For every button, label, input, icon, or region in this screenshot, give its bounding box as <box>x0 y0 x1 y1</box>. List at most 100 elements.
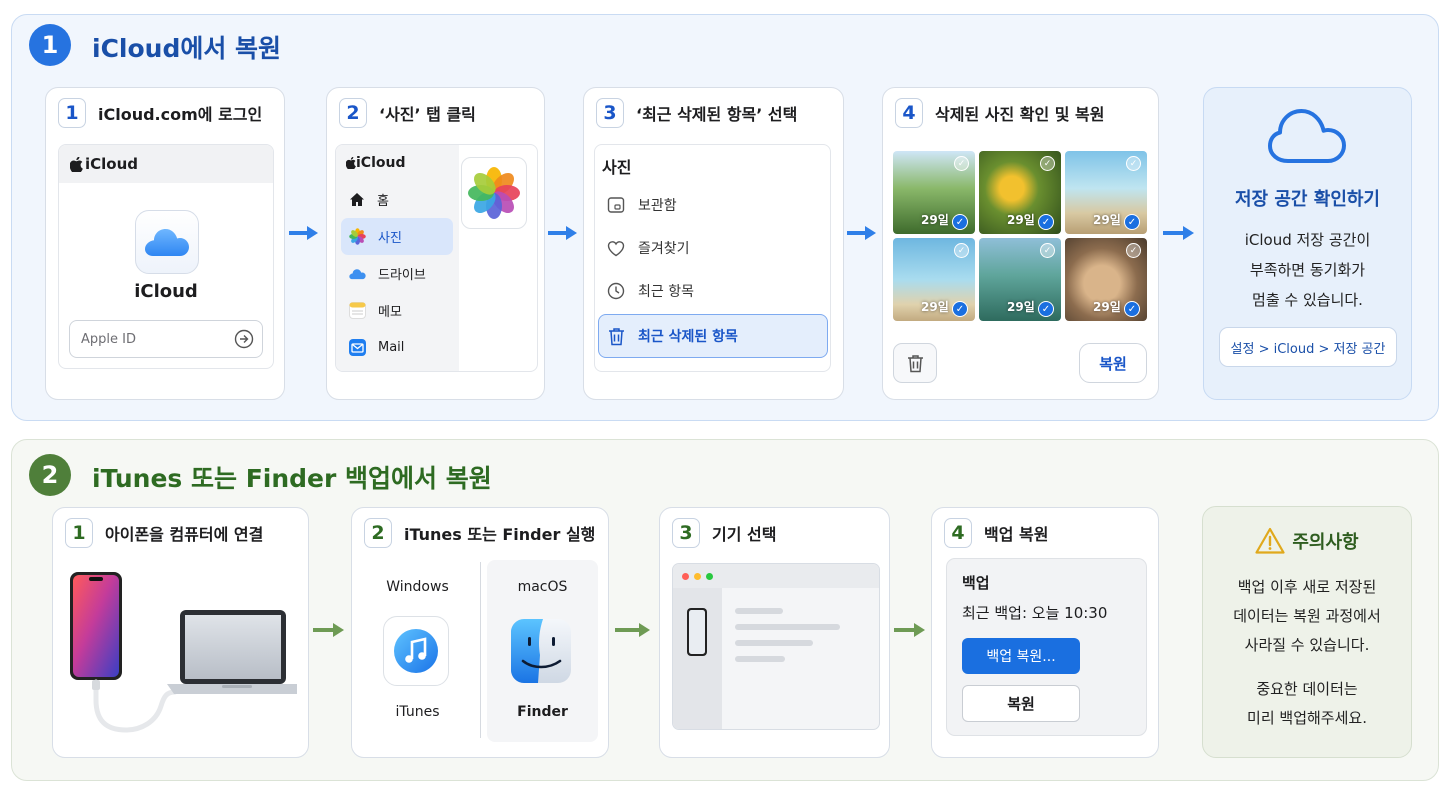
card-header: 1 iCloud.com에 로그인 <box>58 98 262 128</box>
warning-icon <box>1255 527 1285 554</box>
card-header: 4 백업 복원 <box>944 518 1048 548</box>
deleted-photo-thumbnail[interactable]: ✓ 29일 ✓ <box>979 238 1061 321</box>
step-card-launch-app: 2 iTunes 또는 Finder 실행 Windows iTunes mac… <box>351 507 609 758</box>
list-item-recently-deleted[interactable]: 최근 삭제된 항목 <box>598 314 828 358</box>
step-title: ‘사진’ 탭 클릭 <box>379 105 476 124</box>
sidebar: iCloud 홈 사진 드라이브 메모 Mail <box>336 145 459 371</box>
select-circle-icon[interactable]: ✓ <box>954 156 969 171</box>
apple-id-field[interactable]: Apple ID <box>69 320 263 358</box>
list-item-favorites[interactable]: 즐겨찾기 <box>607 238 690 258</box>
sidebar-item-notes[interactable]: 메모 <box>336 292 459 329</box>
section-1-title: iCloud에서 복원 <box>92 34 282 63</box>
storage-info-title: 저장 공간 확인하기 <box>1234 189 1380 210</box>
backup-title: 백업 <box>962 574 990 592</box>
column-divider <box>480 562 481 738</box>
iphone-laptop-illustration <box>70 572 297 733</box>
drive-icon <box>349 268 366 279</box>
deleted-photo-thumbnail[interactable]: ✓ 29일 ✓ <box>979 151 1061 234</box>
list-item-label: 최근 삭제된 항목 <box>638 329 738 345</box>
icloud-app-icon <box>135 210 199 274</box>
icloud-brand: iCloud <box>85 155 139 173</box>
select-circle-icon[interactable]: ✓ <box>1040 156 1055 171</box>
itunes-app-icon[interactable] <box>383 616 449 686</box>
zoom-dot-icon[interactable] <box>706 572 713 580</box>
placeholder-line <box>735 640 813 646</box>
checkmark-icon: ✓ <box>952 301 968 317</box>
select-circle-icon[interactable]: ✓ <box>954 243 969 258</box>
step-title: 아이폰을 컴퓨터에 연결 <box>105 525 264 544</box>
storage-info-line: iCloud 저장 공간이 <box>1244 231 1371 249</box>
close-dot-icon[interactable] <box>682 572 689 580</box>
trash-icon <box>907 354 923 372</box>
os-label-macos: macOS <box>517 579 568 595</box>
icloud-top-bar: iCloud <box>59 145 273 183</box>
caution-line: 백업 이후 새로 저장된 <box>1237 578 1377 596</box>
app-name-itunes: iTunes <box>395 704 440 720</box>
arrow-right-icon <box>847 226 876 240</box>
placeholder-line <box>735 624 840 630</box>
section-1-badge: 1 <box>29 24 71 66</box>
device-window-mock <box>672 563 880 730</box>
list-item-label: 즐겨찾기 <box>638 241 690 257</box>
home-icon <box>350 193 364 206</box>
sidebar-item-mail[interactable]: Mail <box>336 329 459 366</box>
arrow-circle-icon[interactable] <box>234 329 254 349</box>
step-number: 3 <box>672 518 700 548</box>
arrow-right-icon <box>894 623 925 637</box>
iphone-device-icon[interactable] <box>686 607 708 657</box>
library-icon <box>607 197 625 213</box>
step-card-connect: 1 아이폰을 컴퓨터에 연결 <box>52 507 309 758</box>
settings-path-chip: 설정 > iCloud > 저장 공간 <box>1219 327 1397 367</box>
notes-icon <box>349 302 366 319</box>
sidebar-item-home[interactable]: 홈 <box>336 181 459 218</box>
step-title: 기기 선택 <box>712 525 777 544</box>
storage-info-line: 부족하면 동기화가 <box>1249 261 1366 279</box>
caution-line: 사라질 수 있습니다. <box>1244 636 1370 654</box>
select-circle-icon[interactable]: ✓ <box>1040 243 1055 258</box>
os-label-windows: Windows <box>386 579 449 595</box>
apple-logo-icon <box>70 156 83 172</box>
step-number: 4 <box>895 98 923 128</box>
checkmark-icon: ✓ <box>1038 301 1054 317</box>
caution-line: 미리 백업해주세요. <box>1247 709 1367 727</box>
deleted-photo-thumbnail[interactable]: ✓ 29일 ✓ <box>893 151 975 234</box>
step-title: iTunes 또는 Finder 실행 <box>404 525 596 544</box>
list-item-recents[interactable]: 최근 항목 <box>607 281 694 301</box>
arrow-right-icon <box>548 226 577 240</box>
apple-id-placeholder: Apple ID <box>81 331 136 347</box>
photos-app-icon[interactable] <box>461 157 527 229</box>
list-title: 사진 <box>602 158 632 177</box>
mail-icon <box>349 339 366 356</box>
minimize-dot-icon[interactable] <box>694 572 701 580</box>
sidebar-item-label: Mail <box>378 340 405 355</box>
sidebar-item-photos[interactable]: 사진 <box>341 218 453 255</box>
caution-line: 중요한 데이터는 <box>1256 680 1358 698</box>
finder-app-icon[interactable] <box>508 616 574 686</box>
deleted-photo-thumbnail[interactable]: ✓ 29일 ✓ <box>1065 238 1147 321</box>
select-circle-icon[interactable]: ✓ <box>1126 243 1141 258</box>
delete-button[interactable] <box>893 343 937 383</box>
restore-button[interactable]: 복원 <box>1079 343 1147 383</box>
list-item-library[interactable]: 보관함 <box>607 195 677 215</box>
step-number: 2 <box>339 98 367 128</box>
step-card-restore-photos: 4 삭제된 사진 확인 및 복원 ✓ 29일 ✓ ✓ 29일 ✓ ✓ 29일 ✓ ✓ 29일 ✓ ✓ 29… <box>882 87 1159 400</box>
placeholder-line <box>735 608 783 614</box>
step-title: iCloud.com에 로그인 <box>98 105 263 124</box>
macos-column: macOS Finder <box>487 560 598 742</box>
days-remaining-label: 29일 <box>1093 300 1121 314</box>
list-item-label: 보관함 <box>638 198 677 214</box>
card-header: 4 삭제된 사진 확인 및 복원 <box>895 98 1104 128</box>
sidebar-item-drive[interactable]: 드라이브 <box>336 255 459 292</box>
caution-line: 데이터는 복원 과정에서 <box>1233 607 1381 625</box>
select-circle-icon[interactable]: ✓ <box>1126 156 1141 171</box>
restore-backup-button[interactable]: 백업 복원... <box>962 638 1080 674</box>
storage-info-text: iCloud 저장 공간이 부족하면 동기화가 멈출 수 있습니다. <box>1204 225 1411 315</box>
deleted-photo-thumbnail[interactable]: ✓ 29일 ✓ <box>893 238 975 321</box>
cloud-icon <box>1268 109 1346 163</box>
icloud-login-mock: iCloud iCloud Apple ID <box>58 144 274 369</box>
caution-tip: 중요한 데이터는 미리 백업해주세요. <box>1203 675 1411 733</box>
restore-button[interactable]: 복원 <box>962 685 1080 722</box>
app-name-finder: Finder <box>517 704 568 720</box>
deleted-photo-thumbnail[interactable]: ✓ 29일 ✓ <box>1065 151 1147 234</box>
step-title: ‘최근 삭제된 항목’ 선택 <box>636 105 798 124</box>
